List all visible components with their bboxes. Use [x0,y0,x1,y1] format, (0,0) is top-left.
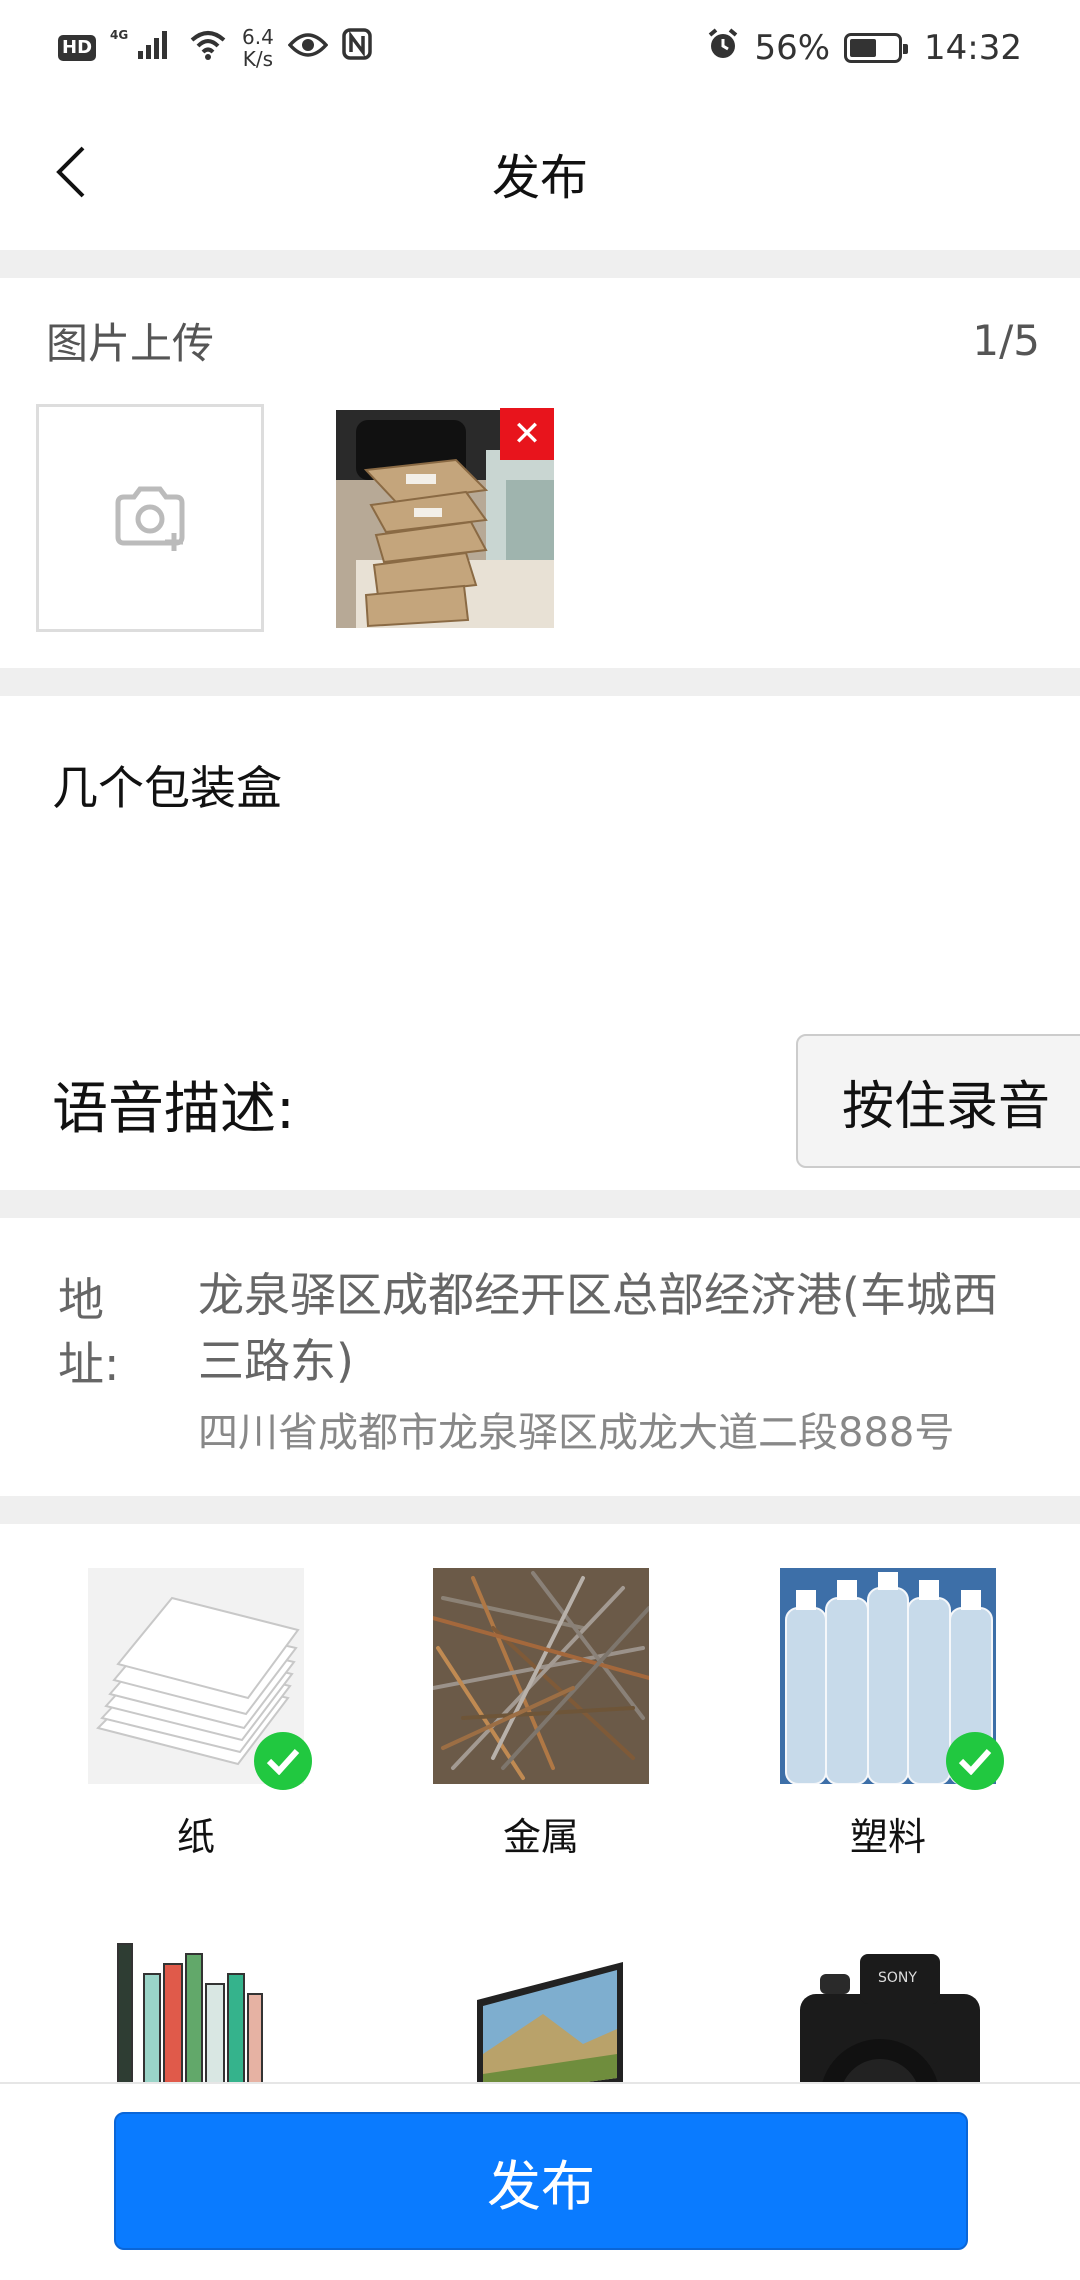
bottom-bar: 发布 [0,2082,1080,2280]
status-left: HD 4G 6.4 K/s [58,26,372,70]
speed-value: 6.4 [242,25,274,49]
alarm-icon [706,27,740,70]
network-speed: 6.4 K/s [242,26,274,70]
add-photo-button[interactable] [36,404,264,632]
eye-icon [287,28,329,68]
category-label: 塑料 [849,1815,926,1859]
address-label: 地 址: [58,1268,138,1396]
category-label: 纸 [176,1815,215,1859]
address-sub: 四川省成都市龙泉驿区成龙大道二段888号 [198,1410,955,1456]
hold-to-record-button[interactable]: 按住录音 [796,1034,1080,1168]
upload-count: 1/5 [972,316,1040,365]
paper-image [88,1568,312,1790]
category-label: 金属 [502,1815,579,1859]
address-main[interactable]: 龙泉驿区成都经开区总部经济港(车城西三路东) [198,1262,1038,1394]
nfc-icon [342,27,372,69]
svg-text:SONY: SONY [878,1970,917,1986]
divider [0,1496,1080,1524]
status-right: 56% 14:32 [706,27,1022,70]
description-input[interactable]: 几个包装盒 [52,752,282,818]
signal-icon: 4G [110,27,174,70]
publish-button[interactable]: 发布 [114,2112,968,2250]
close-icon: ✕ [512,414,542,454]
plastic-image [780,1568,1004,1790]
hd-badge: HD [58,35,97,61]
page-title: 发布 [491,150,588,206]
wifi-icon [188,28,228,69]
category-paper[interactable]: 纸 [86,1568,312,1861]
status-bar: HD 4G 6.4 K/s 56% 14:32 [0,0,1080,96]
delete-photo-button[interactable]: ✕ [500,408,554,460]
back-button[interactable] [40,132,100,212]
upload-title: 图片上传 [46,319,215,368]
chevron-left-icon [56,146,85,198]
divider [0,668,1080,696]
address-label-line1: 地 [58,1273,104,1327]
divider [0,1190,1080,1218]
check-icon [946,1732,1004,1790]
nav-bar: 发布 [0,96,1080,250]
camera-add-icon [115,486,185,551]
divider [0,250,1080,278]
battery-icon [844,33,909,63]
metal-image [431,1568,651,1784]
address-label-line2: 址: [58,1337,120,1391]
upload-header: 图片上传 1/5 [46,310,1040,371]
check-icon [254,1732,312,1790]
clock: 14:32 [924,28,1022,68]
svg-text:4G: 4G [110,28,128,42]
speed-unit: K/s [242,47,274,71]
battery-percent: 56% [754,28,831,68]
voice-label: 语音描述: [52,1077,295,1142]
category-plastic[interactable]: 塑料 [778,1568,1004,1861]
category-metal[interactable]: 金属 [431,1568,651,1861]
